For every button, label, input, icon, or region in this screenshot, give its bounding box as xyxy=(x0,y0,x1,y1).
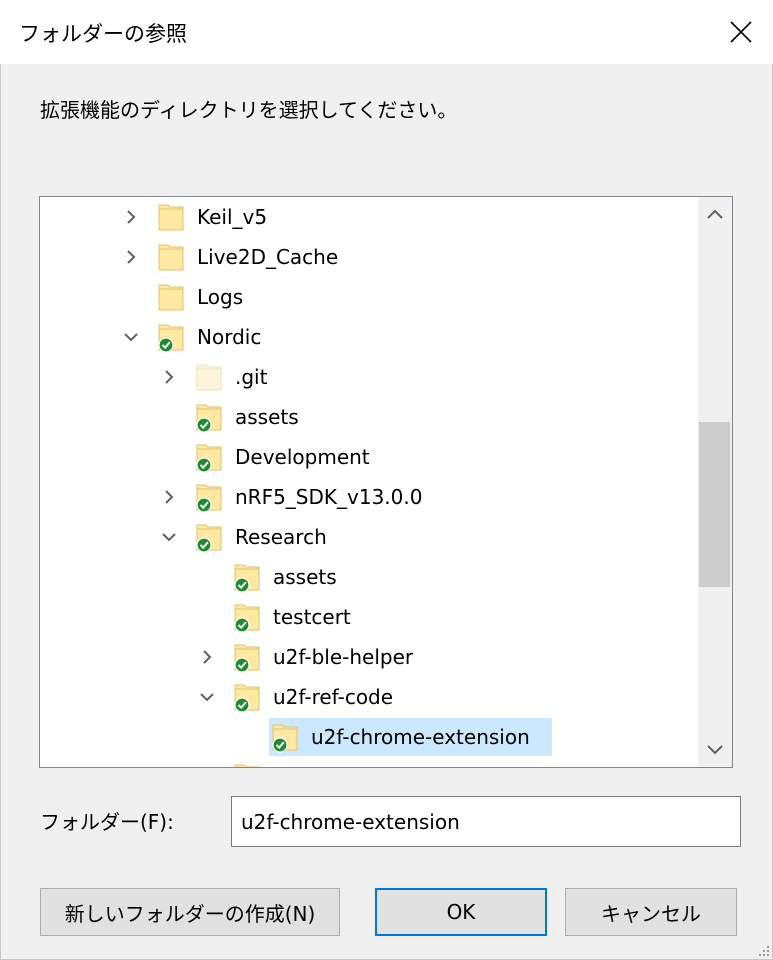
chevron-down-icon xyxy=(707,745,723,755)
window-border-left xyxy=(0,64,1,960)
close-button[interactable] xyxy=(709,0,773,64)
ok-button[interactable]: OK xyxy=(375,888,547,936)
synced-folder-icon xyxy=(234,564,260,593)
scroll-down-button[interactable] xyxy=(698,733,732,767)
folder-icon xyxy=(196,364,222,391)
tree-item[interactable]: nRF5_SDK_v13.0.0 xyxy=(40,477,700,517)
synced-folder-icon xyxy=(234,644,260,673)
tree-item-label: Logs xyxy=(197,285,244,309)
tree-item[interactable]: Research xyxy=(40,517,700,557)
close-icon xyxy=(730,21,752,43)
tree-item[interactable]: u2f-ref-code xyxy=(40,677,700,717)
tree-item[interactable]: Logs xyxy=(40,277,700,317)
tree-item-label: assets xyxy=(273,565,337,589)
resize-grip-icon[interactable] xyxy=(754,941,770,957)
window-title: フォルダーの参照 xyxy=(19,22,187,46)
folder-field-label: フォルダー(F): xyxy=(40,810,174,834)
tree-item[interactable]: testcert xyxy=(40,597,700,637)
chevron-down-icon[interactable] xyxy=(160,528,178,546)
synced-folder-icon xyxy=(234,684,260,713)
tree-item-label: u2f-chrome-extension xyxy=(311,725,530,749)
chevron-down-icon[interactable] xyxy=(198,688,216,706)
synced-folder-icon xyxy=(196,484,222,513)
tree-item-label: u2f-ble-helper xyxy=(273,645,414,669)
folder-tree[interactable]: Keil_v5 Live2D_Cache Logs Nordic .git assets D… xyxy=(39,196,733,768)
tree-item[interactable]: Live2D_Cache xyxy=(40,237,700,277)
folder-name-input[interactable] xyxy=(231,796,741,847)
chevron-right-icon[interactable] xyxy=(160,488,178,506)
synced-folder-icon xyxy=(196,524,222,553)
folder-icon xyxy=(158,244,184,271)
folder-icon xyxy=(158,204,184,231)
tree-item[interactable]: .git xyxy=(40,357,700,397)
synced-folder-icon xyxy=(234,604,260,633)
synced-folder-icon xyxy=(158,324,184,353)
synced-folder-icon xyxy=(196,444,222,473)
tree-item-label: nRF5_SDK_v13.0.0 xyxy=(235,485,423,509)
tree-item[interactable]: Nordic xyxy=(40,317,700,357)
tree-item-label: Live2D_Cache xyxy=(197,245,339,269)
folder-icon xyxy=(158,284,184,311)
tree-item-label: u2f-ref-code xyxy=(273,685,394,709)
tree-item-label: Keil_v5 xyxy=(197,205,268,229)
tree-item[interactable]: Keil_v5 xyxy=(40,197,700,237)
chevron-right-icon[interactable] xyxy=(198,648,216,666)
new-folder-button[interactable]: 新しいフォルダーの作成(N) xyxy=(40,888,340,936)
vertical-scrollbar[interactable] xyxy=(698,197,732,767)
chevron-right-icon[interactable] xyxy=(160,368,178,386)
instruction-text: 拡張機能のディレクトリを選択してください。 xyxy=(40,98,458,122)
chevron-right-icon[interactable] xyxy=(122,248,140,266)
folder-icon xyxy=(234,764,260,767)
title-bar: フォルダーの参照 xyxy=(0,0,773,64)
tree-item-label: .git xyxy=(235,365,268,389)
tree-item[interactable]: assets xyxy=(40,557,700,597)
tree-item[interactable]: u2f-chrome-extension xyxy=(40,717,700,757)
chevron-down-icon[interactable] xyxy=(122,328,140,346)
tree-item-label: Development xyxy=(235,445,370,469)
synced-folder-icon xyxy=(272,724,298,753)
tree-item-label: Research xyxy=(235,525,327,549)
synced-folder-icon xyxy=(196,404,222,433)
tree-item-label: testcert xyxy=(273,605,351,629)
chevron-right-icon[interactable] xyxy=(122,208,140,226)
tree-item[interactable]: u2f-ble-helper xyxy=(40,637,700,677)
tree-item-label: assets xyxy=(235,405,299,429)
tree-item[interactable]: Development xyxy=(40,437,700,477)
tree-item[interactable]: assets xyxy=(40,397,700,437)
tree-item-label: Nordic xyxy=(197,325,262,349)
cancel-button[interactable]: キャンセル xyxy=(565,888,737,936)
scroll-up-button[interactable] xyxy=(698,197,732,231)
scrollbar-thumb[interactable] xyxy=(699,422,730,587)
chevron-up-icon xyxy=(707,209,723,219)
